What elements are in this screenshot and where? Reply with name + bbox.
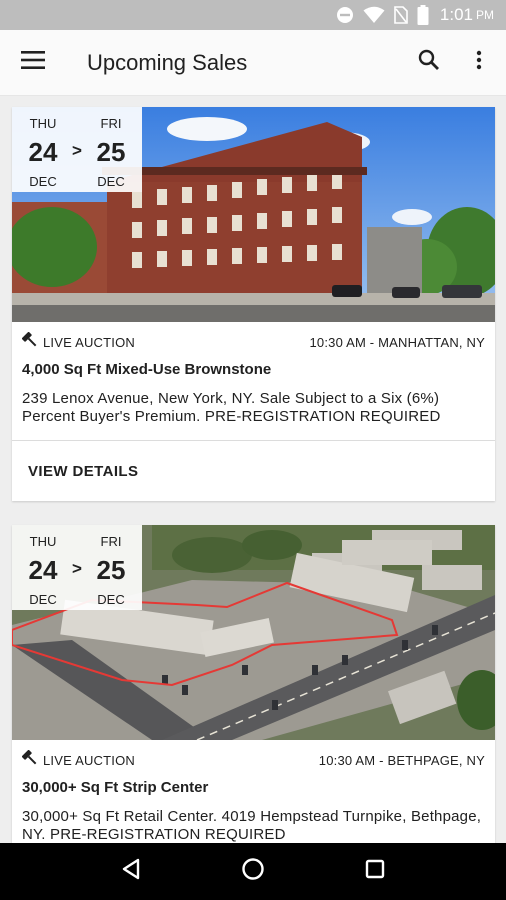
start-day: THU (29, 116, 57, 131)
search-button[interactable] (404, 30, 454, 96)
status-bar: 1:01 PM (0, 0, 506, 30)
start-date: THU 24 DEC (12, 525, 74, 610)
search-icon (417, 48, 441, 77)
start-day: THU (29, 534, 57, 549)
wifi-icon (363, 6, 385, 24)
end-month: DEC (97, 592, 125, 607)
date-range: THU 24 DEC > FRI 25 DEC (12, 107, 142, 192)
sale-time-location: 10:30 AM - BETHPAGE, NY (318, 752, 485, 768)
recents-button[interactable] (345, 843, 405, 900)
end-month: DEC (97, 174, 125, 189)
sale-type-label: LIVE AUCTION (43, 334, 135, 350)
battery-icon (417, 5, 429, 25)
dnd-icon (336, 6, 354, 24)
end-day-number: 25 (96, 137, 126, 167)
back-icon (121, 858, 141, 885)
recents-icon (365, 859, 385, 884)
end-day: FRI (100, 116, 122, 131)
menu-button[interactable] (0, 30, 66, 96)
sale-type: LIVE AUCTION (21, 331, 135, 353)
start-day-number: 24 (28, 555, 58, 585)
date-range: THU 24 DEC > FRI 25 DEC (12, 525, 142, 610)
end-day: FRI (100, 534, 122, 549)
start-date: THU 24 DEC (12, 107, 74, 192)
more-options-button[interactable] (454, 30, 504, 96)
end-day-number: 25 (96, 555, 126, 585)
listing-description: 30,000+ Sq Ft Retail Center. 4019 Hempst… (22, 808, 482, 843)
strip-center-aerial-photo[interactable]: THU 24 DEC > FRI 25 DEC (12, 525, 495, 740)
brownstone-photo[interactable]: THU 24 DEC > FRI 25 DEC (12, 107, 495, 322)
sales-list[interactable]: THU 24 DEC > FRI 25 DEC LIVE AUCTION 10:… (0, 96, 506, 843)
sale-card[interactable]: THU 24 DEC > FRI 25 DEC LIVE AUCTION 10:… (12, 107, 495, 501)
sale-time-location: 10:30 AM - MANHATTAN, NY (309, 334, 485, 350)
page-title: Upcoming Sales (87, 49, 248, 75)
sale-meta: LIVE AUCTION 10:30 AM - BETHPAGE, NY (12, 749, 495, 771)
sale-card[interactable]: THU 24 DEC > FRI 25 DEC LIVE AUCTION 10:… (12, 525, 495, 843)
sale-type-label: LIVE AUCTION (43, 752, 135, 768)
home-button[interactable] (223, 843, 283, 900)
home-icon (241, 857, 265, 886)
start-day-number: 24 (28, 137, 58, 167)
back-button[interactable] (101, 843, 161, 900)
clock: 1:01 (439, 5, 473, 24)
app-bar: Upcoming Sales (0, 30, 506, 96)
start-month: DEC (29, 174, 57, 189)
no-sim-icon (394, 6, 408, 24)
sale-meta: LIVE AUCTION 10:30 AM - MANHATTAN, NY (12, 331, 495, 353)
gavel-icon (21, 749, 38, 771)
gavel-icon (21, 331, 38, 353)
listing-description: 239 Lenox Avenue, New York, NY. Sale Sub… (22, 390, 441, 425)
sale-type: LIVE AUCTION (21, 749, 135, 771)
end-date: FRI 25 DEC (80, 525, 142, 610)
more-vert-icon (476, 50, 482, 75)
system-nav-bar (0, 843, 506, 900)
end-date: FRI 25 DEC (80, 107, 142, 192)
listing-title[interactable]: 4,000 Sq Ft Mixed-Use Brownstone (12, 361, 495, 378)
view-details-button[interactable]: VIEW DETAILS (12, 441, 495, 501)
start-month: DEC (29, 592, 57, 607)
menu-icon (21, 51, 45, 74)
listing-title[interactable]: 30,000+ Sq Ft Strip Center (12, 779, 495, 796)
